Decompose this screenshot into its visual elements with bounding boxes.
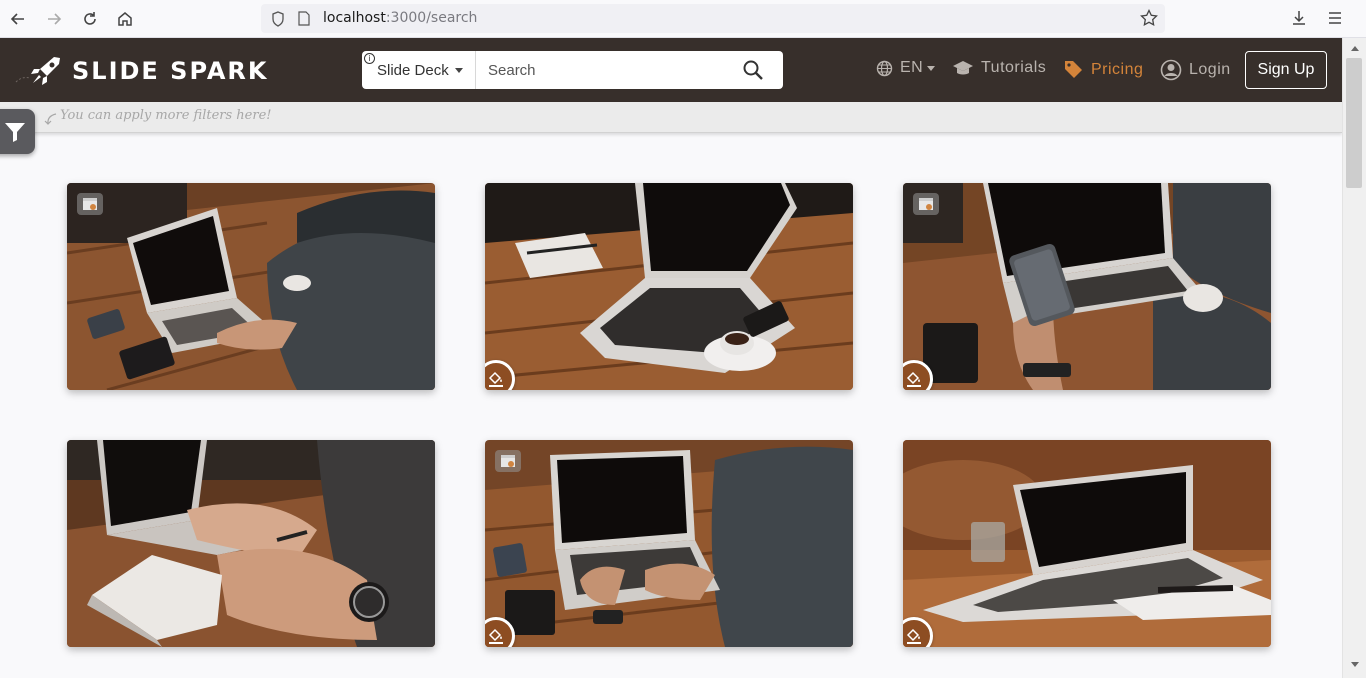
result-card[interactable] <box>67 183 435 390</box>
search-type-label: Slide Deck <box>377 62 449 79</box>
scroll-thumb[interactable] <box>1346 58 1362 188</box>
page-icon <box>298 11 310 26</box>
nav-login[interactable]: Login <box>1160 59 1231 81</box>
reload-icon[interactable] <box>77 6 103 32</box>
filter-icon <box>4 122 25 142</box>
photo-laptop-glass <box>903 440 1271 647</box>
rocket-icon <box>15 57 60 85</box>
scroll-down-arrow[interactable] <box>1351 662 1359 667</box>
result-card[interactable] <box>903 183 1271 390</box>
search-input[interactable] <box>477 51 739 89</box>
result-thumbnail[interactable] <box>485 183 853 390</box>
home-icon[interactable] <box>112 6 138 32</box>
back-icon[interactable] <box>5 6 31 32</box>
search-icon[interactable] <box>742 59 764 81</box>
result-thumbnail[interactable] <box>67 183 435 390</box>
bookmark-star-icon[interactable] <box>1140 9 1158 27</box>
result-card[interactable] <box>67 440 435 647</box>
globe-icon <box>876 60 893 76</box>
login-label: Login <box>1189 61 1231 78</box>
shield-icon[interactable] <box>271 11 285 27</box>
video-icon <box>77 193 103 215</box>
browser-toolbar: localhost:3000/search <box>0 0 1366 38</box>
url-bar[interactable]: localhost:3000/search <box>261 4 1165 33</box>
pricing-label: Pricing <box>1091 60 1144 78</box>
signup-button[interactable]: Sign Up <box>1245 51 1327 89</box>
app-header: SLIDE SPARK i Slide Deck EN Tutorials Pr… <box>0 38 1342 102</box>
url-text[interactable]: localhost:3000/search <box>323 10 477 26</box>
logo[interactable]: SLIDE SPARK <box>14 54 269 88</box>
tag-icon <box>1065 61 1082 78</box>
tutorials-label: Tutorials <box>981 59 1047 76</box>
graduation-cap-icon <box>953 61 973 75</box>
photo-laptop-typing <box>67 183 435 390</box>
chevron-down-icon <box>927 65 936 71</box>
forward-icon[interactable] <box>41 6 67 32</box>
chevron-down-icon <box>455 68 463 73</box>
hint-arrow-icon <box>44 113 57 125</box>
brand-name: SLIDE SPARK <box>72 57 269 85</box>
result-thumbnail[interactable] <box>67 440 435 647</box>
search-bar: i Slide Deck <box>362 51 783 89</box>
video-icon <box>913 193 939 215</box>
photo-laptop-typing-phone <box>485 440 853 647</box>
result-thumbnail[interactable] <box>903 440 1271 647</box>
photo-notebook-watch <box>67 440 435 647</box>
filter-bar: You can apply more filters here! <box>0 102 1342 133</box>
menu-icon[interactable] <box>1327 10 1343 26</box>
nav-tutorials[interactable]: Tutorials <box>952 59 1046 77</box>
result-card[interactable] <box>903 440 1271 647</box>
result-card[interactable] <box>485 183 853 390</box>
info-icon[interactable]: i <box>364 53 375 64</box>
scrollbar[interactable] <box>1342 38 1366 678</box>
search-type-dropdown[interactable]: i Slide Deck <box>362 51 476 89</box>
photo-laptop-notebook <box>485 183 853 390</box>
result-card[interactable] <box>485 440 853 647</box>
language-selector[interactable]: EN <box>876 59 936 77</box>
result-thumbnail[interactable] <box>485 440 853 647</box>
photo-laptop-phone <box>903 183 1271 390</box>
scroll-up-arrow[interactable] <box>1351 46 1359 51</box>
user-circle-icon <box>1160 59 1182 81</box>
language-label: EN <box>900 59 924 76</box>
result-thumbnail[interactable] <box>903 183 1271 390</box>
nav-pricing[interactable]: Pricing <box>1063 59 1143 80</box>
filter-hint: You can apply more filters here! <box>60 108 272 123</box>
filter-button[interactable] <box>0 109 35 154</box>
download-icon[interactable] <box>1290 9 1308 27</box>
video-icon <box>495 450 521 472</box>
